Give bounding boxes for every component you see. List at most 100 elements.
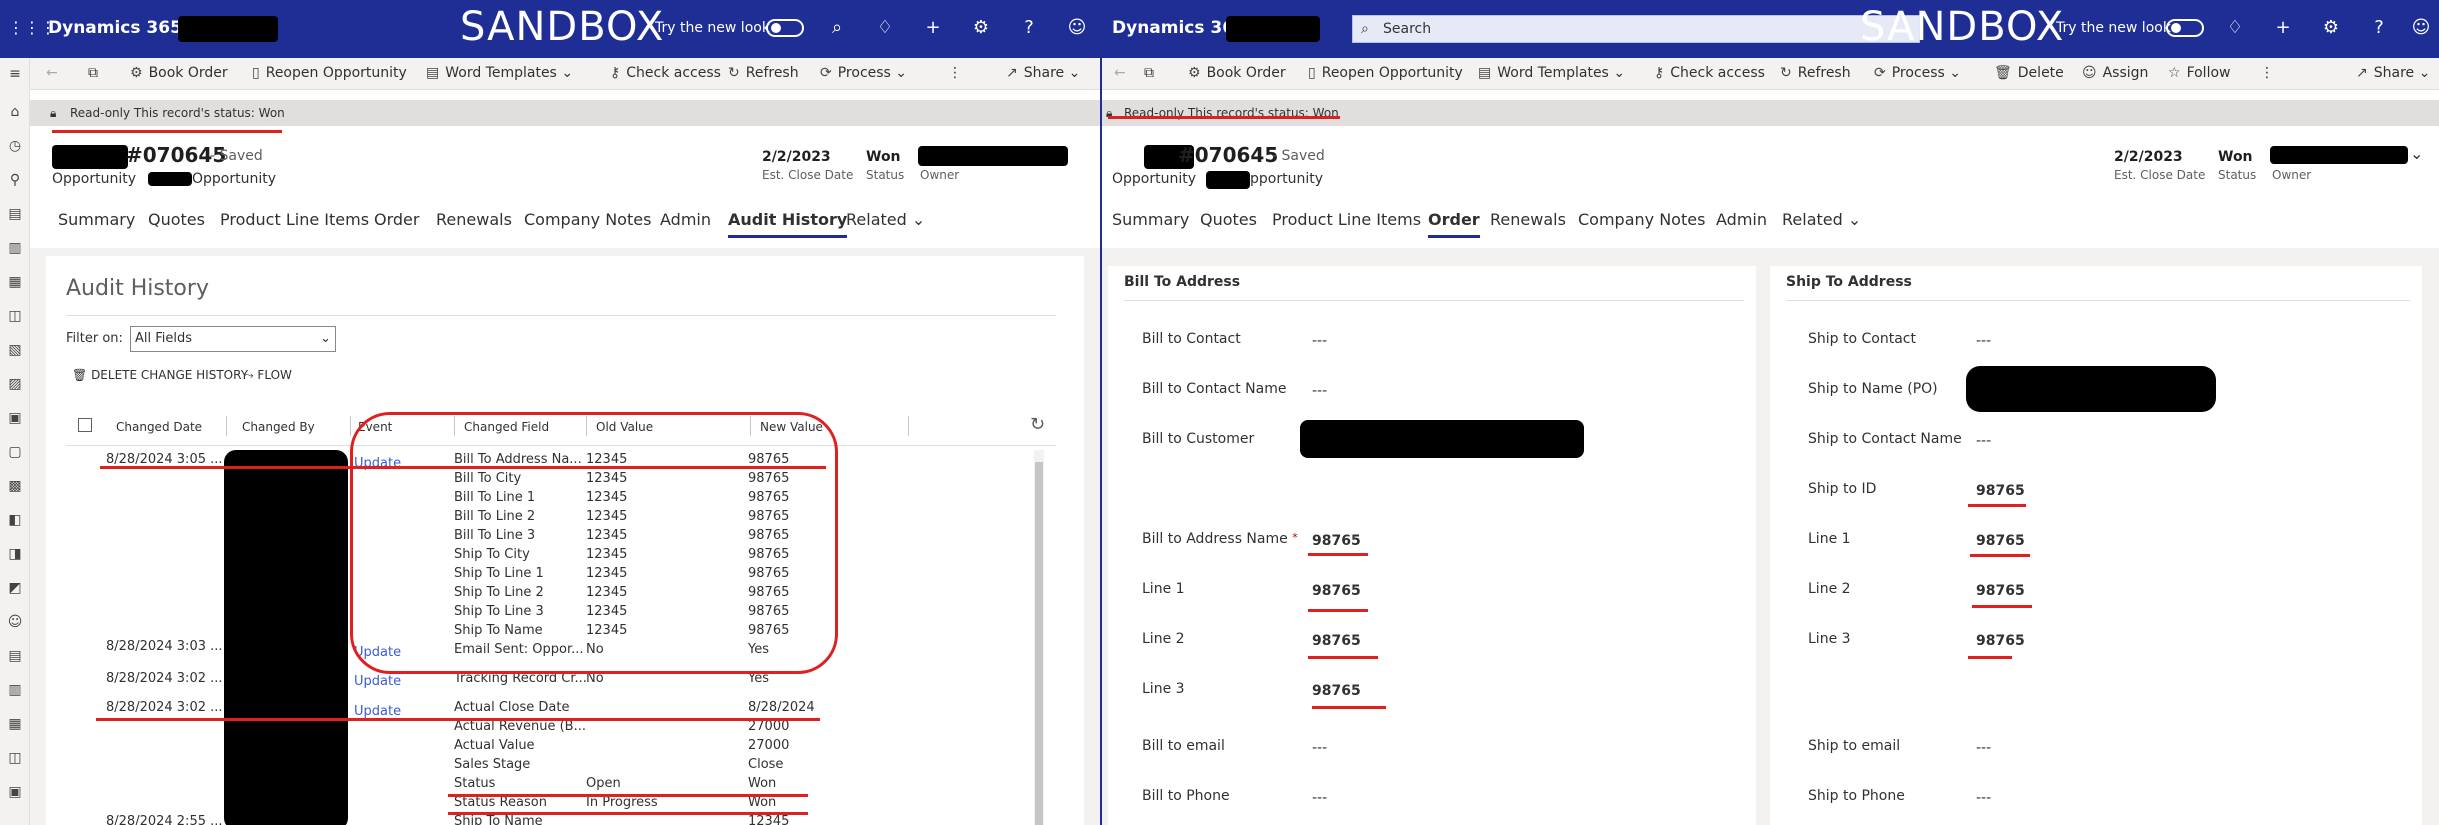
nav-icon-14[interactable]: ▥ [4,682,26,702]
tab-summary[interactable]: Summary [58,210,135,229]
nav-icon-1[interactable]: ▤ [4,206,26,226]
tab-product-line-items[interactable]: Product Line Items [220,210,369,229]
ship-to-phone-value[interactable]: --- [1976,790,1991,806]
user-icon[interactable]: ☺ [2406,13,2436,43]
tab-admin[interactable]: Admin [1716,210,1767,229]
assign-button[interactable]: ☺ Assign [2082,58,2148,88]
select-all-checkbox[interactable] [78,418,92,432]
owner-chevron-icon[interactable]: ⌄ [2410,144,2423,163]
lightbulb-icon[interactable]: ♢ [2220,13,2250,43]
process-button[interactable]: ⟳ Process ⌄ [1874,58,1961,88]
bill-to-email-value[interactable]: --- [1312,740,1327,756]
home-icon[interactable]: ⌂ [4,104,26,124]
table-row[interactable]: Actual Value 27000 [66,736,1036,755]
tab-order[interactable]: Order [374,210,419,229]
nav-icon-5[interactable]: ▧ [4,342,26,362]
popout-icon[interactable]: ⧉ [88,58,98,88]
delete-change-history-button[interactable]: 🗑︎ DELETE CHANGE HISTORY [72,368,248,382]
tab-product-line-items[interactable]: Product Line Items [1272,210,1421,229]
refresh-button[interactable]: ↻ Refresh [1780,58,1851,88]
tab-admin[interactable]: Admin [660,210,711,229]
tab-related[interactable]: Related ⌄ [846,210,925,229]
back-icon[interactable]: ← [1114,58,1126,88]
ship-to-contact-name-value[interactable]: --- [1976,433,1991,449]
tab-renewals[interactable]: Renewals [436,210,512,229]
redacted-bill-to-customer[interactable] [1300,420,1584,458]
settings-icon[interactable]: ⚙ [2316,13,2346,43]
search-icon[interactable]: ⌕ [822,13,852,43]
nav-icon-6[interactable]: ▨ [4,376,26,396]
table-row[interactable]: Sales Stage Close [66,755,1036,774]
ship-line-2-value[interactable]: 98765 [1976,583,2025,599]
filter-select[interactable]: All Fields ⌄ [130,326,336,352]
book-order-button[interactable]: ⚙ Book Order [130,58,228,88]
bill-line-2-value[interactable]: 98765 [1312,633,1361,649]
user-icon[interactable]: ☺ [1062,13,1092,43]
word-templates-button[interactable]: ▤ Word Templates ⌄ [426,58,573,88]
process-button[interactable]: ⟳ Process ⌄ [820,58,907,88]
bill-to-contact-name-value[interactable]: --- [1312,383,1327,399]
book-order-button[interactable]: ⚙ Book Order [1188,58,1286,88]
nav-icon-11[interactable]: ◨ [4,546,26,566]
ship-line-1-value[interactable]: 98765 [1976,533,2025,549]
help-icon[interactable]: ? [2364,13,2394,43]
tab-order[interactable]: Order [1428,210,1480,238]
settings-icon[interactable]: ⚙ [966,13,996,43]
delete-button[interactable]: 🗑︎ Delete [1994,58,2064,88]
tab-quotes[interactable]: Quotes [148,210,205,229]
follow-button[interactable]: ☆ Follow [2168,58,2230,88]
nav-icon-12[interactable]: ◩ [4,580,26,600]
tab-company-notes[interactable]: Company Notes [524,210,651,229]
nav-icon-16[interactable]: ◫ [4,750,26,770]
form-selector[interactable]: Opportunity [192,171,276,187]
tab-quotes[interactable]: Quotes [1200,210,1257,229]
ship-to-contact-value[interactable]: --- [1976,333,1991,349]
bill-to-address-name-value[interactable]: 98765 [1312,533,1361,549]
new-look-toggle[interactable] [766,19,804,37]
more-commands-icon[interactable]: ⋮ [948,58,962,88]
nav-icon-15[interactable]: ▦ [4,716,26,736]
share-button[interactable]: ↗ Share ⌄ [2356,58,2430,88]
table-row[interactable]: 8/28/2024 3:02 ... Update Actual Close D… [66,698,1036,719]
new-look-toggle[interactable] [2166,19,2204,37]
bill-line-1-value[interactable]: 98765 [1312,583,1361,599]
cell-event[interactable]: Update [354,672,401,691]
reopen-opportunity-button[interactable]: ▯ Reopen Opportunity [1308,58,1463,88]
reopen-opportunity-button[interactable]: ▯ Reopen Opportunity [252,58,407,88]
app-brand[interactable]: Dynamics 365 [48,18,182,38]
bill-to-contact-value[interactable]: --- [1312,333,1327,349]
nav-icon-2[interactable]: ▥ [4,240,26,260]
add-icon[interactable]: + [2268,13,2298,43]
check-access-button[interactable]: ⚷ Check access [610,58,721,88]
tab-company-notes[interactable]: Company Notes [1578,210,1705,229]
nav-icon-7[interactable]: ▣ [4,410,26,430]
ship-line-3-value[interactable]: 98765 [1976,633,2025,649]
popout-icon[interactable]: ⧉ [1144,58,1154,88]
bill-to-phone-value[interactable]: --- [1312,790,1327,806]
grid-refresh-icon[interactable]: ↻ [1030,414,1045,435]
form-selector[interactable]: pportunity [1250,171,1323,187]
nav-icon-4[interactable]: ◫ [4,308,26,328]
ship-to-id-value[interactable]: 98765 [1976,483,2025,499]
nav-icon-17[interactable]: ▣ [4,784,26,804]
menu-icon[interactable]: ≡ [4,66,26,86]
nav-icon-9[interactable]: ▩ [4,478,26,498]
tab-related[interactable]: Related ⌄ [1782,210,1861,229]
refresh-button[interactable]: ↻ Refresh [728,58,799,88]
back-icon[interactable]: ← [46,58,58,88]
table-row[interactable]: Status Open Won [66,774,1036,793]
nav-icon-8[interactable]: ▢ [4,444,26,464]
lightbulb-icon[interactable]: ♢ [870,13,900,43]
grid-scrollbar-thumb[interactable] [1035,462,1043,825]
ship-to-email-value[interactable]: --- [1976,740,1991,756]
column-changed-by[interactable]: Changed By [242,420,315,434]
pin-icon[interactable]: ⚲ [4,172,26,192]
waffle-icon[interactable]: ⋮⋮⋮ [8,18,56,38]
column-changed-date[interactable]: Changed Date [116,420,202,434]
redacted-ship-to-name[interactable] [1966,366,2216,412]
flow-button[interactable]: ⤳ FLOW [244,368,292,383]
nav-icon-10[interactable]: ◧ [4,512,26,532]
tab-renewals[interactable]: Renewals [1490,210,1566,229]
person-icon[interactable]: ☺ [4,614,26,634]
tab-summary[interactable]: Summary [1112,210,1189,229]
